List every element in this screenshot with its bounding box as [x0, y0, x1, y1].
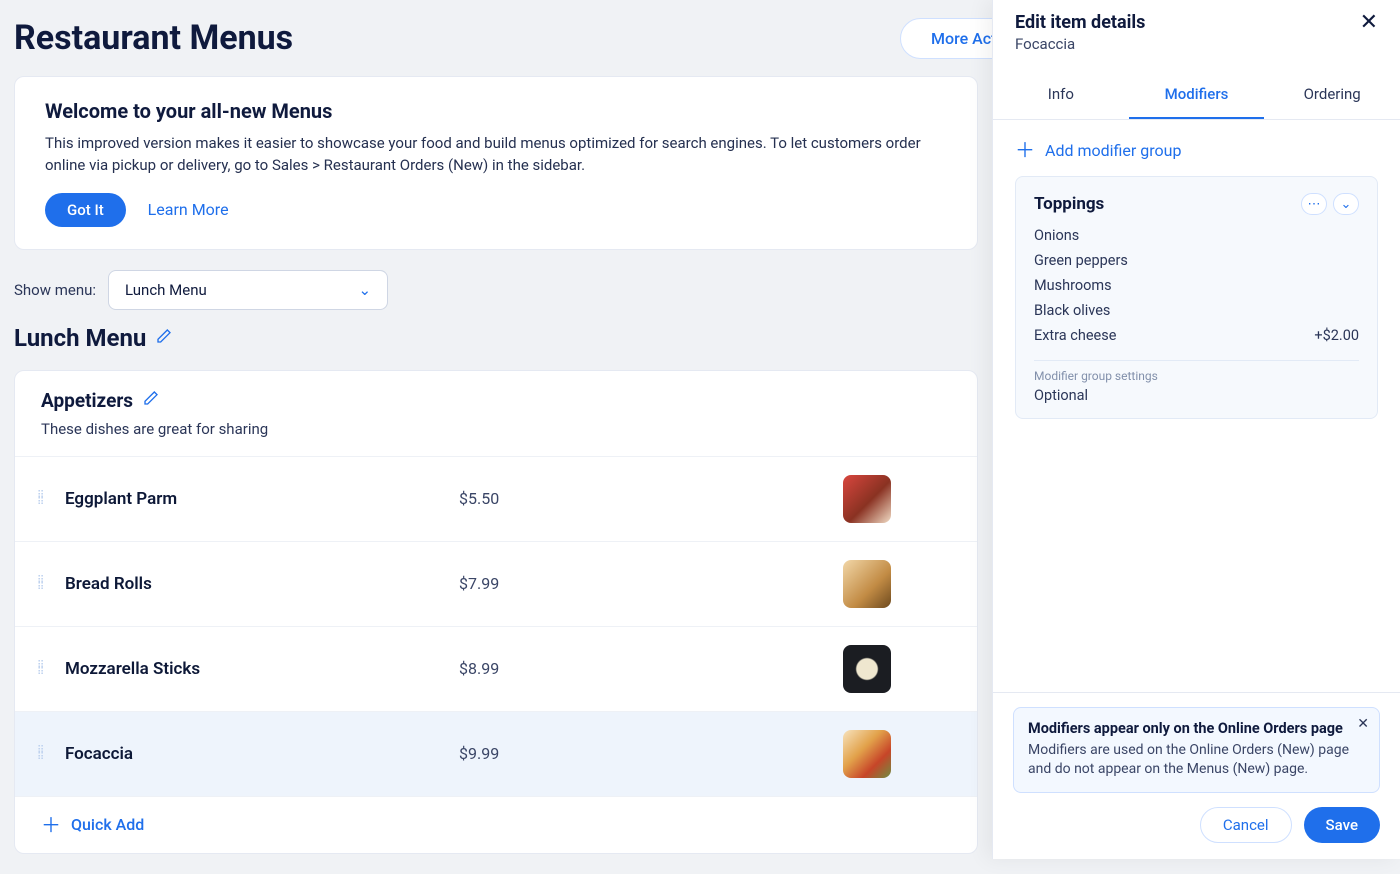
item-price: $5.50 [459, 489, 579, 508]
page-title: Restaurant Menus [14, 0, 978, 76]
more-options-icon[interactable]: ⋯ [1301, 193, 1327, 215]
plus-icon: ＋ [1015, 140, 1035, 160]
show-menu-label: Show menu: [14, 281, 96, 299]
item-price: $8.99 [459, 659, 579, 678]
drag-handle-icon[interactable]: ⠿⠿ [37, 747, 51, 761]
tab-modifiers[interactable]: Modifiers [1129, 71, 1265, 119]
banner-title: Welcome to your all-new Menus [45, 99, 947, 123]
close-icon[interactable]: ✕ [1360, 12, 1378, 34]
item-name: Bread Rolls [65, 574, 445, 594]
chevron-down-icon[interactable]: ⌄ [1333, 193, 1359, 215]
modifier-settings-label: Modifier group settings [1034, 369, 1359, 383]
panel-subtitle: Focaccia [1015, 35, 1145, 53]
modifier-option-row: Mushrooms [1034, 273, 1359, 298]
item-price: $9.99 [459, 744, 579, 763]
modifier-option-row: Onions [1034, 223, 1359, 248]
cancel-button[interactable]: Cancel [1200, 807, 1292, 843]
save-button[interactable]: Save [1304, 807, 1380, 843]
item-name: Mozzarella Sticks [65, 659, 445, 679]
menu-section: Appetizers These dishes are great for sh… [14, 370, 978, 854]
notice-body: Modifiers are used on the Online Orders … [1028, 741, 1365, 780]
menu-select-value: Lunch Menu [125, 281, 207, 299]
got-it-button[interactable]: Got It [45, 193, 126, 227]
chevron-down-icon: ⌄ [358, 281, 371, 299]
modifier-option-row: Extra cheese+$2.00 [1034, 323, 1359, 348]
banner-body: This improved version makes it easier to… [45, 133, 947, 177]
menu-item-row[interactable]: ⠿⠿ Mozzarella Sticks $8.99 [15, 626, 977, 711]
modifier-option-row: Green peppers [1034, 248, 1359, 273]
item-price: $7.99 [459, 574, 579, 593]
quick-add-button[interactable]: ＋ Quick Add [15, 796, 977, 853]
plus-icon: ＋ [41, 815, 61, 835]
menu-item-row[interactable]: ⠿⠿ Focaccia $9.99 [15, 711, 977, 796]
pencil-icon[interactable] [143, 390, 159, 410]
close-icon[interactable]: ✕ [1357, 716, 1369, 732]
item-name: Focaccia [65, 744, 445, 764]
more-actions-button[interactable]: More Actions [900, 18, 992, 59]
item-thumbnail [843, 730, 891, 778]
add-modifier-group-label: Add modifier group [1045, 141, 1181, 160]
modifier-option-row: Black olives [1034, 298, 1359, 323]
menu-item-row[interactable]: ⠿⠿ Eggplant Parm $5.50 [15, 456, 977, 541]
modifier-settings-value: Optional [1034, 387, 1359, 404]
menu-select[interactable]: Lunch Menu ⌄ [108, 270, 388, 310]
menu-item-row[interactable]: ⠿⠿ Bread Rolls $7.99 [15, 541, 977, 626]
edit-item-panel: Edit item details Focaccia ✕ Info Modifi… [992, 0, 1400, 859]
menu-title: Lunch Menu [14, 324, 146, 352]
item-thumbnail [843, 645, 891, 693]
notice-title: Modifiers appear only on the Online Orde… [1028, 720, 1365, 737]
tab-ordering[interactable]: Ordering [1264, 71, 1400, 119]
tab-info[interactable]: Info [993, 71, 1129, 119]
modifier-group-card: Toppings ⋯ ⌄ Onions Green peppers Mushro… [1015, 176, 1378, 419]
section-title: Appetizers [41, 389, 133, 412]
welcome-banner: Welcome to your all-new Menus This impro… [14, 76, 978, 250]
drag-handle-icon[interactable]: ⠿⠿ [37, 577, 51, 591]
add-modifier-group-button[interactable]: ＋ Add modifier group [1015, 140, 1378, 160]
learn-more-link[interactable]: Learn More [148, 200, 229, 219]
quick-add-label: Quick Add [71, 815, 144, 834]
item-thumbnail [843, 475, 891, 523]
panel-title: Edit item details [1015, 12, 1145, 33]
drag-handle-icon[interactable]: ⠿⠿ [37, 492, 51, 506]
item-name: Eggplant Parm [65, 489, 445, 509]
modifier-group-title: Toppings [1034, 194, 1104, 214]
drag-handle-icon[interactable]: ⠿⠿ [37, 662, 51, 676]
pencil-icon[interactable] [156, 328, 172, 348]
section-description: These dishes are great for sharing [41, 420, 951, 438]
modifiers-notice: ✕ Modifiers appear only on the Online Or… [1013, 707, 1380, 793]
item-thumbnail [843, 560, 891, 608]
